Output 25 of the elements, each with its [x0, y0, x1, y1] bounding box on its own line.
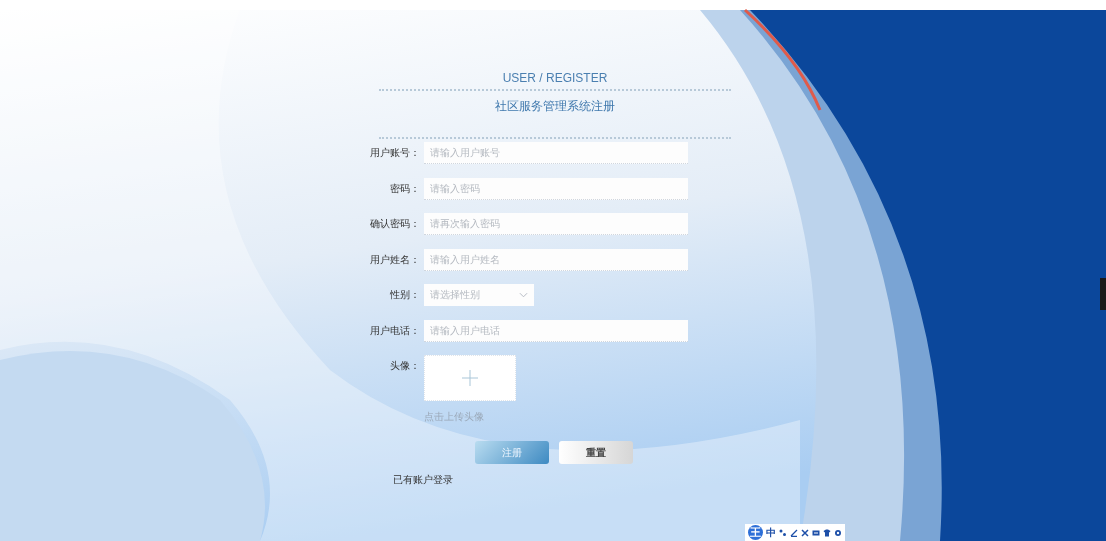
field-label: 确认密码：	[369, 217, 420, 231]
chevron-down-icon	[519, 292, 528, 298]
input-field[interactable]: 请输入密码	[424, 177, 688, 200]
register-subtitle: USER / REGISTER	[502, 70, 608, 86]
field-label: 头像：	[389, 359, 420, 373]
select-placeholder: 请选择性别	[430, 288, 480, 302]
input-field[interactable]: 请输入用户账号	[424, 142, 688, 164]
pen-icon[interactable]	[790, 528, 798, 537]
input-field[interactable]: 请输入用户电话	[424, 319, 688, 342]
field-label: 用户账号：	[369, 146, 420, 160]
input-field[interactable]: 请再次输入密码	[424, 213, 688, 235]
keyboard-icon[interactable]	[812, 528, 820, 537]
field-label: 用户电话：	[369, 323, 420, 338]
field-label: 用户姓名：	[369, 252, 420, 267]
field-label: 性别：	[389, 288, 420, 302]
field-label: 密码：	[389, 181, 420, 196]
input-field[interactable]: 请输入用户姓名	[424, 248, 688, 271]
ime-logo[interactable]: 王	[748, 525, 763, 540]
shirt-icon[interactable]	[823, 528, 831, 537]
form-title: 社区服务管理系统注册	[495, 98, 615, 114]
scissors-icon[interactable]	[801, 528, 809, 537]
ime-mode[interactable]: 中	[766, 526, 776, 539]
reset-button[interactable]: 重置	[559, 441, 633, 464]
plus-icon	[462, 370, 478, 386]
login-link[interactable]: 已有账户登录	[393, 473, 453, 487]
